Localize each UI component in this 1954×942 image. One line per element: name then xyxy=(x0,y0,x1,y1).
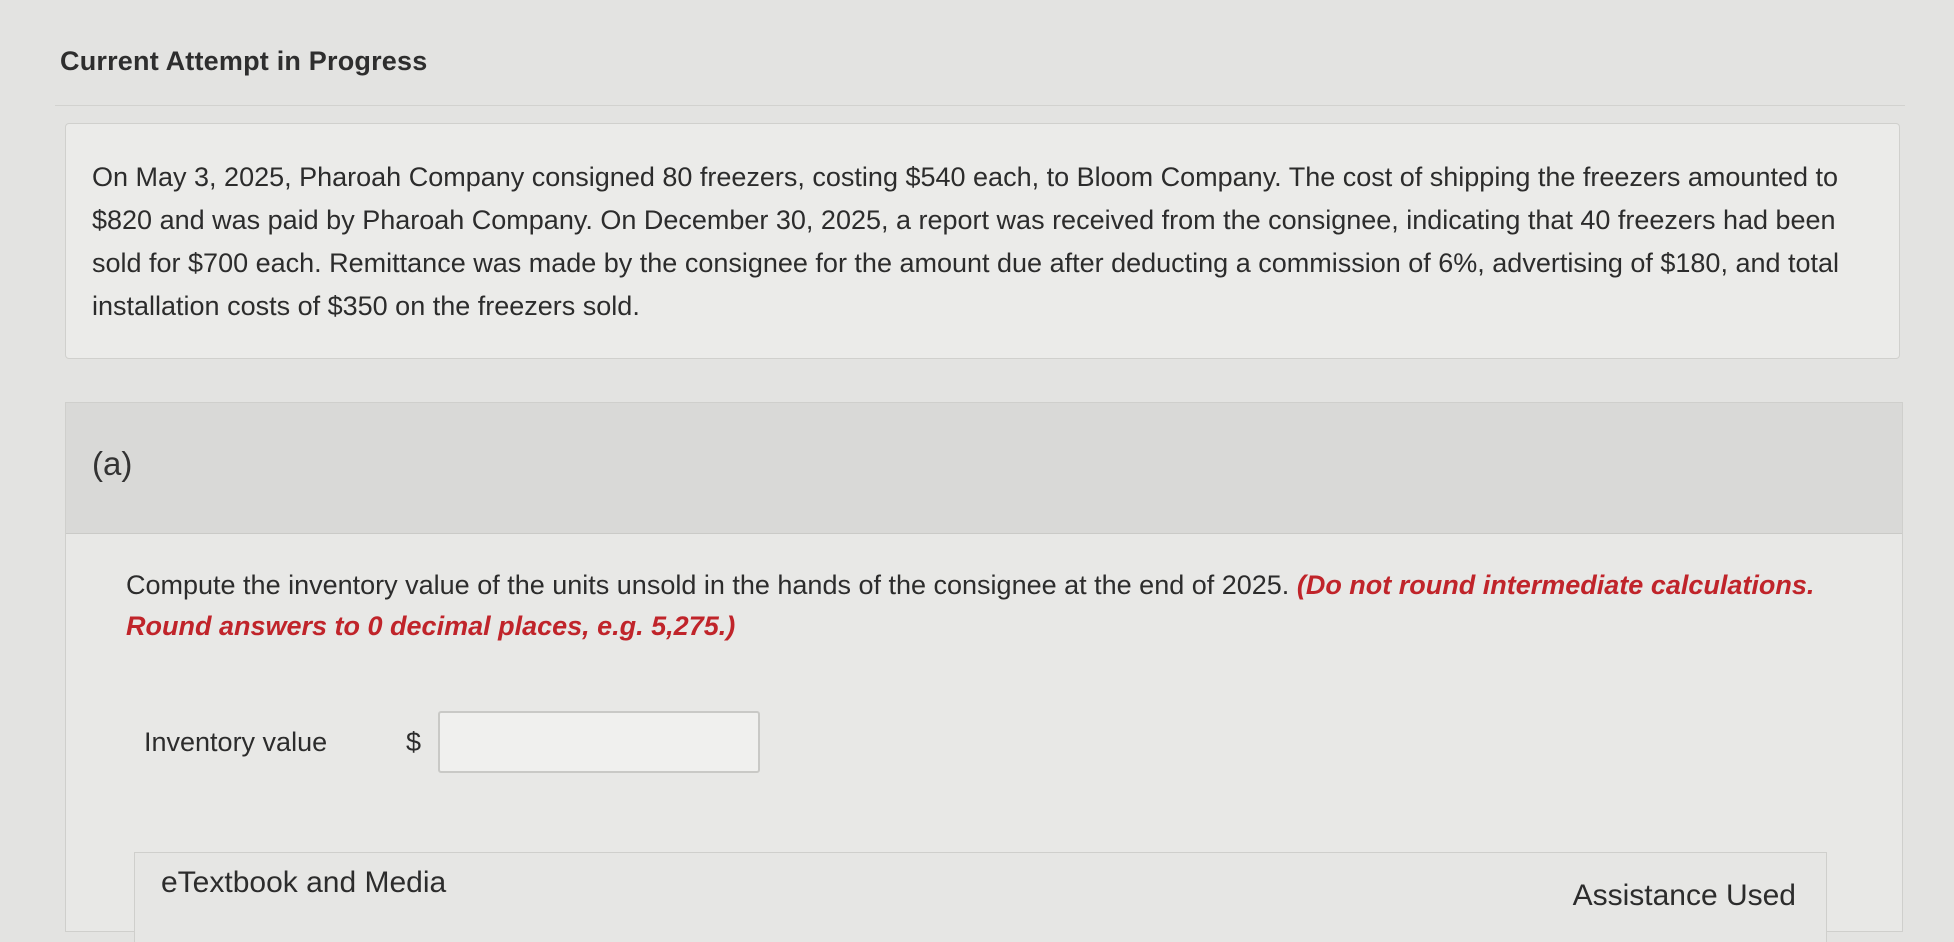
header-divider xyxy=(55,105,1905,106)
part-a-header: (a) xyxy=(66,403,1902,534)
resources-bar: eTextbook and Media Assistance Used xyxy=(134,852,1827,942)
dollar-sign: $ xyxy=(406,726,422,757)
part-a-label: (a) xyxy=(92,445,133,482)
assistance-used-label: Assistance Used xyxy=(1572,879,1796,912)
inventory-value-input[interactable] xyxy=(438,711,760,773)
etextbook-media-link[interactable]: eTextbook and Media xyxy=(161,866,446,900)
problem-statement-box: On May 3, 2025, Pharoah Company consigne… xyxy=(65,123,1900,359)
answer-row: Inventory value $ xyxy=(144,710,760,774)
page-title: Current Attempt in Progress xyxy=(60,46,428,76)
instruction-text: Compute the inventory value of the units… xyxy=(126,570,1290,600)
part-a-section: (a) Compute the inventory value of the u… xyxy=(65,402,1903,942)
part-a-instruction: Compute the inventory value of the units… xyxy=(126,565,1826,647)
inventory-value-label: Inventory value xyxy=(144,726,328,757)
problem-text: On May 3, 2025, Pharoah Company consigne… xyxy=(92,162,1840,321)
